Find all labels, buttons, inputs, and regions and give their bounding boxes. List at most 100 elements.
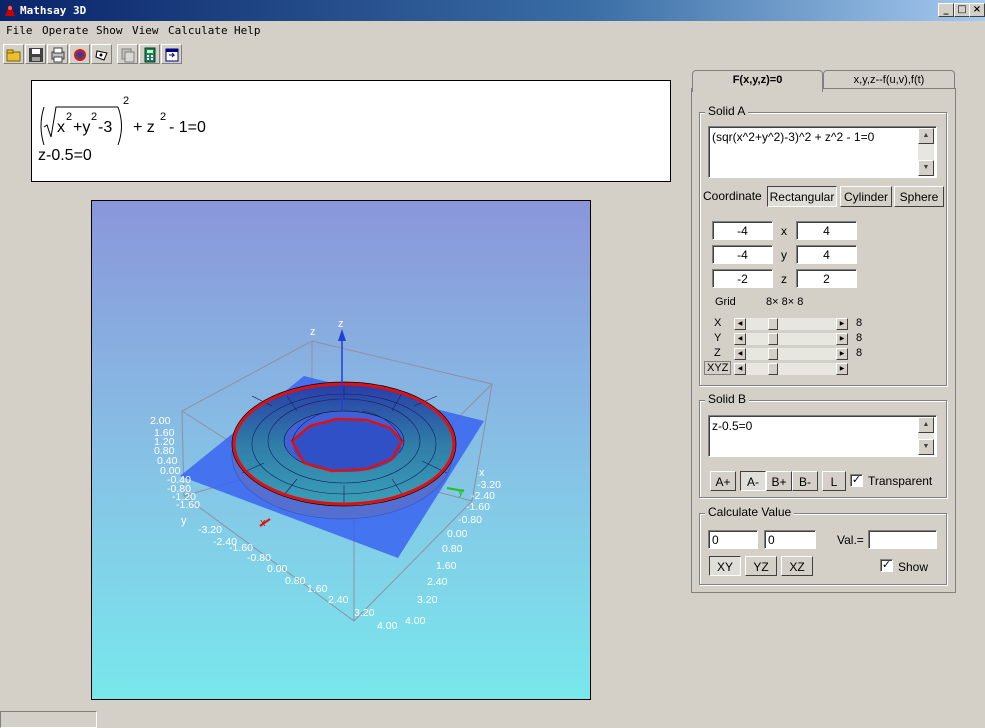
slider-track[interactable] xyxy=(746,333,836,345)
slider-left-icon[interactable]: ◀ xyxy=(734,333,746,345)
solid-b-label: Solid B xyxy=(705,392,750,406)
xz-button[interactable]: XZ xyxy=(781,556,813,576)
slider-right-icon[interactable]: ▶ xyxy=(836,318,848,330)
slider-left-icon[interactable]: ◀ xyxy=(734,318,746,330)
scroll-down-icon[interactable]: ▼ xyxy=(918,439,934,455)
plot-canvas[interactable]: z z x y y x 2.00 1.60 1.20 0.80 0.40 0.0… xyxy=(92,201,590,699)
y-tick: 2.40 xyxy=(328,594,349,606)
solid-a-expression[interactable]: (sqr(x^2+y^2)-3)^2 + z^2 - 1=0 ▲ ▼ xyxy=(708,126,937,178)
slider-z-label: Z xyxy=(714,347,721,359)
z-min-input[interactable]: -2 xyxy=(712,269,773,288)
y-tick: 0.80 xyxy=(285,575,306,587)
menu-file[interactable]: File xyxy=(6,24,33,37)
slider-right-icon[interactable]: ▶ xyxy=(836,363,848,375)
calc-input-1[interactable]: 0 xyxy=(708,530,758,549)
show-checkbox[interactable]: ✓ xyxy=(880,559,893,572)
menu-bar: File Operate Show View Calculate Help xyxy=(0,21,985,40)
minimize-button[interactable]: _ xyxy=(938,3,954,17)
menu-help[interactable]: Help xyxy=(234,24,261,37)
menu-show[interactable]: Show xyxy=(96,24,123,37)
scroll-up-icon[interactable]: ▲ xyxy=(918,128,934,144)
slider-x-value: 8 xyxy=(856,317,863,329)
slider-left-icon[interactable]: ◀ xyxy=(734,348,746,360)
slider-track[interactable] xyxy=(746,348,836,360)
scroll-down-icon[interactable]: ▼ xyxy=(918,160,934,176)
maximize-button[interactable]: □ xyxy=(954,3,970,17)
x-tick: 3.20 xyxy=(417,594,438,606)
slider-x-label: X xyxy=(714,317,722,329)
reset-icon xyxy=(74,49,86,61)
slider-track[interactable] xyxy=(746,363,836,375)
slider-thumb[interactable] xyxy=(768,333,778,345)
x-tick: 1.60 xyxy=(436,560,457,572)
copy-button[interactable] xyxy=(117,44,138,64)
formula-y-exp: 2 xyxy=(91,111,98,123)
slider-thumb[interactable] xyxy=(768,348,778,360)
z-max-input[interactable]: 2 xyxy=(796,269,857,288)
tab-implicit[interactable]: F(x,y,z)=0 xyxy=(692,70,823,92)
slider-thumb[interactable] xyxy=(768,363,778,375)
y-max-input[interactable]: 4 xyxy=(796,245,857,264)
rectangular-button[interactable]: Rectangular xyxy=(767,186,837,207)
reset-button[interactable] xyxy=(69,44,90,64)
copy-icon xyxy=(121,48,135,63)
slider-right-icon[interactable]: ▶ xyxy=(836,348,848,360)
rotate-button[interactable] xyxy=(91,44,112,64)
menu-operate[interactable]: Operate xyxy=(42,24,88,37)
y-range-label: y xyxy=(781,248,787,262)
l-button[interactable]: L xyxy=(822,471,846,491)
formula-x-exp: 2 xyxy=(66,111,73,123)
title-bar[interactable]: Mathsay 3D _ □ × xyxy=(0,0,985,21)
y-tick: 1.60 xyxy=(307,583,328,595)
slider-thumb[interactable] xyxy=(768,318,778,330)
print-button[interactable] xyxy=(47,44,68,64)
x-axis-label: x xyxy=(260,517,266,529)
close-button[interactable]: × xyxy=(969,3,985,17)
slider-right-icon[interactable]: ▶ xyxy=(836,333,848,345)
slider-left-icon[interactable]: ◀ xyxy=(734,363,746,375)
formula-y: +y xyxy=(73,119,91,136)
grid-xyz-slider[interactable]: XYZ ◀ ▶ xyxy=(704,361,864,375)
formula-display: x 2 +y 2 -3 2 + z 2 - 1=0 z-0.5=0 xyxy=(31,80,671,182)
grid-x-slider[interactable]: X ◀ ▶ 8 xyxy=(704,317,864,330)
plot-viewport[interactable]: z z x y y x 2.00 1.60 1.20 0.80 0.40 0.0… xyxy=(91,200,591,700)
cylinder-button[interactable]: Cylinder xyxy=(840,186,892,207)
y-box-label: y xyxy=(181,515,187,527)
y-tick: 4.00 xyxy=(377,620,398,632)
transparent-label: Transparent xyxy=(868,474,933,488)
solid-a-scrollbar[interactable]: ▲ ▼ xyxy=(918,128,934,176)
calculator-button[interactable] xyxy=(139,44,160,64)
val-output[interactable] xyxy=(868,530,937,549)
transparent-checkbox[interactable]: ✓ xyxy=(850,474,863,487)
yz-button[interactable]: YZ xyxy=(745,556,777,576)
app-icon xyxy=(5,4,15,16)
y-tick: 0.00 xyxy=(267,563,288,575)
x-tick: 0.80 xyxy=(442,543,463,555)
open-button[interactable] xyxy=(3,44,24,64)
save-button[interactable] xyxy=(25,44,46,64)
sphere-button[interactable]: Sphere xyxy=(894,186,944,207)
menu-calculate[interactable]: Calculate xyxy=(168,24,228,37)
solid-b-expression[interactable]: z-0.5=0 ▲ ▼ xyxy=(708,415,937,457)
xy-button[interactable]: XY xyxy=(709,556,741,576)
calc-input-2[interactable]: 0 xyxy=(764,530,816,549)
a-plus-button[interactable]: A+ xyxy=(710,471,736,491)
x-min-input[interactable]: -4 xyxy=(712,221,773,240)
menu-view[interactable]: View xyxy=(132,24,159,37)
grid-z-slider[interactable]: Z ◀ ▶ 8 xyxy=(704,347,864,360)
b-minus-button[interactable]: B- xyxy=(792,471,818,491)
scroll-up-icon[interactable]: ▲ xyxy=(918,417,934,433)
formula-z-exp: 2 xyxy=(160,111,167,123)
window-button[interactable] xyxy=(161,44,182,64)
solid-b-scrollbar[interactable]: ▲ ▼ xyxy=(918,417,934,455)
show-label: Show xyxy=(898,560,929,574)
y-min-input[interactable]: -4 xyxy=(712,245,773,264)
a-minus-button[interactable]: A- xyxy=(740,471,766,491)
print-icon xyxy=(51,47,65,63)
b-plus-button[interactable]: B+ xyxy=(766,471,792,491)
z-axis-label: z xyxy=(338,318,344,330)
z-box-label: z xyxy=(310,326,316,338)
x-max-input[interactable]: 4 xyxy=(796,221,857,240)
grid-y-slider[interactable]: Y ◀ ▶ 8 xyxy=(704,332,864,345)
slider-track[interactable] xyxy=(746,318,836,330)
